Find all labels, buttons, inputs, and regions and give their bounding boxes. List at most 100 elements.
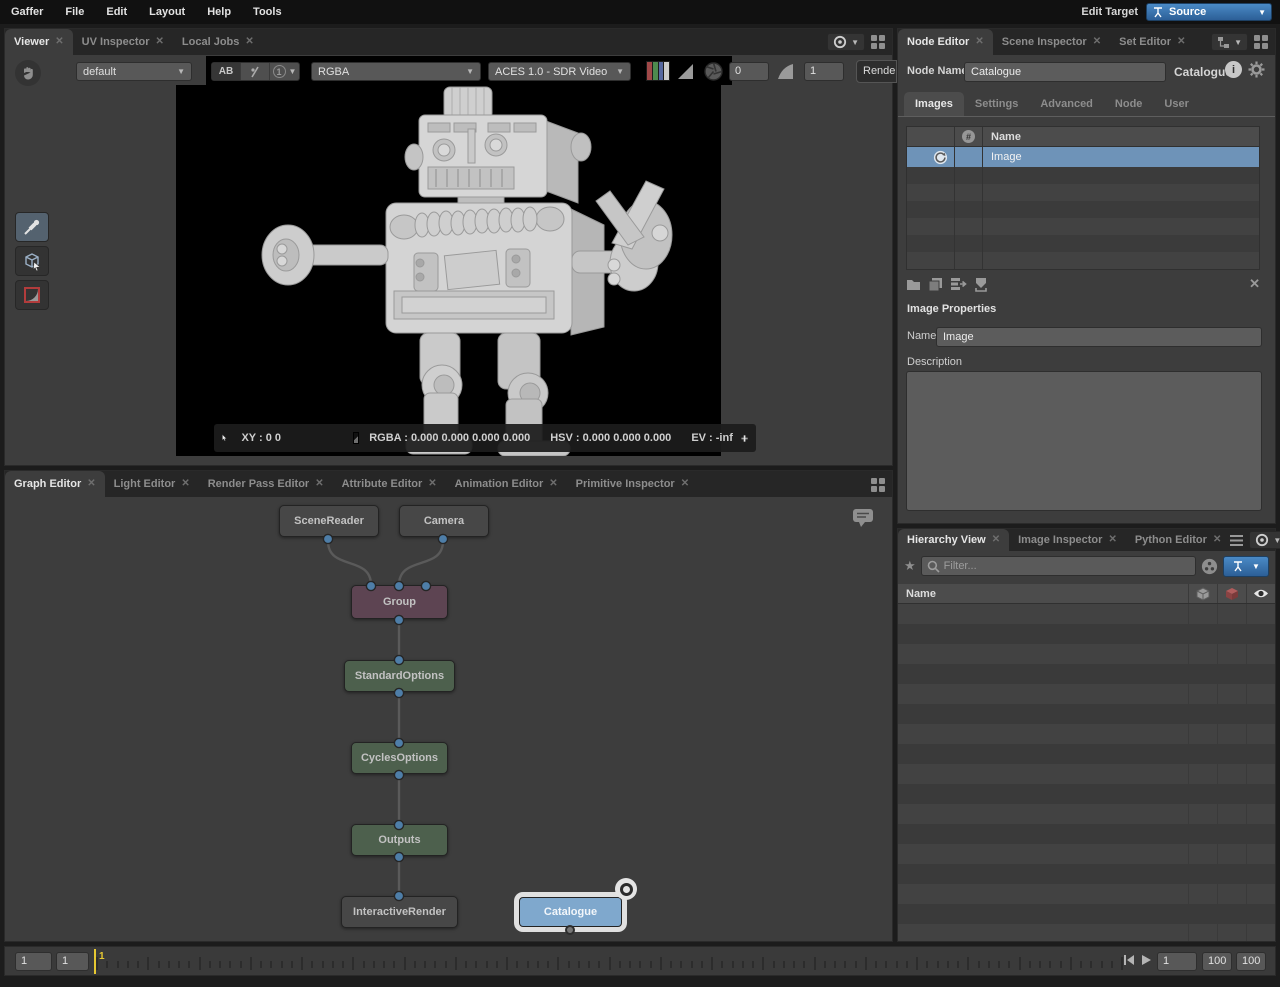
aperture-icon[interactable] — [703, 61, 724, 82]
node-group[interactable]: Group — [351, 585, 448, 619]
edit-target-select[interactable]: Source ▼ — [1146, 3, 1272, 21]
hierarchy-row-empty[interactable] — [898, 924, 1275, 941]
close-icon[interactable]: ✕ — [55, 29, 63, 55]
view-select[interactable]: default ▼ — [76, 62, 192, 81]
hierarchy-target-menu[interactable]: ▼ — [1249, 531, 1280, 549]
close-icon[interactable]: ✕ — [681, 471, 689, 497]
new-image-icon[interactable] — [906, 277, 921, 291]
playback-range-start-field[interactable]: 1 — [56, 952, 89, 971]
hierarchy-row-empty[interactable] — [898, 784, 1275, 804]
tab-python-editor[interactable]: Python Editor✕ — [1126, 529, 1231, 551]
exposure-field[interactable]: 0 — [729, 62, 769, 81]
crop-window-tool[interactable] — [15, 280, 49, 310]
info-icon[interactable]: i — [1225, 61, 1242, 78]
layout-grid-icon[interactable] — [871, 35, 886, 50]
extract-image-icon[interactable] — [974, 277, 988, 292]
menu-gaffer[interactable]: Gaffer — [0, 0, 54, 24]
layout-grid-icon[interactable] — [1254, 35, 1269, 50]
current-frame-field[interactable]: 1 — [1157, 952, 1197, 971]
node-cyclesoptions[interactable]: CyclesOptions — [351, 742, 448, 774]
hierarchy-row-empty[interactable] — [898, 904, 1275, 924]
hierarchy-row-empty[interactable] — [898, 624, 1275, 644]
close-icon[interactable]: ✕ — [428, 471, 436, 497]
image-row-empty[interactable] — [907, 184, 1259, 201]
node-scenereader[interactable]: SceneReader — [279, 505, 379, 537]
inclusions-column[interactable] — [1188, 584, 1217, 603]
compare-image-select[interactable]: 1 ▼ — [270, 63, 299, 80]
node-catalogue[interactable]: Catalogue — [519, 897, 622, 927]
image-row-empty[interactable] — [907, 252, 1259, 269]
hierarchy-row-empty[interactable] — [898, 804, 1275, 824]
close-icon[interactable]: ✕ — [1108, 529, 1116, 551]
catalogue-output-plug[interactable] — [565, 925, 575, 935]
node-graph-canvas[interactable]: SceneReader Camera Group StandardOptions… — [5, 497, 892, 941]
skip-to-start-icon[interactable] — [1123, 954, 1135, 966]
property-description-textarea[interactable] — [906, 371, 1262, 511]
tab-viewer[interactable]: Viewer ✕ — [5, 29, 73, 55]
hamburger-menu-icon[interactable] — [1230, 535, 1243, 546]
subtab-images[interactable]: Images — [904, 92, 964, 116]
subtab-settings[interactable]: Settings — [964, 92, 1029, 116]
menu-file[interactable]: File — [54, 0, 95, 24]
editor-follow-menu[interactable]: ▼ — [1211, 33, 1248, 51]
subtab-user[interactable]: User — [1153, 92, 1199, 116]
tab-animation-editor[interactable]: Animation Editor✕ — [446, 471, 567, 497]
hierarchy-row-empty[interactable] — [898, 604, 1275, 624]
close-icon[interactable]: ✕ — [181, 471, 189, 497]
close-icon[interactable]: ✕ — [87, 471, 95, 497]
tab-attribute-editor[interactable]: Attribute Editor✕ — [333, 471, 446, 497]
image-row-empty[interactable] — [907, 218, 1259, 235]
menu-help[interactable]: Help — [196, 0, 242, 24]
hierarchy-row-empty[interactable] — [898, 844, 1275, 864]
inspect-tool[interactable] — [15, 246, 49, 276]
image-row-empty[interactable] — [907, 167, 1259, 184]
hierarchy-row-empty[interactable] — [898, 644, 1275, 664]
channel-bars-icon[interactable] — [646, 61, 670, 81]
duplicate-image-icon[interactable] — [928, 277, 943, 292]
pan-tool-button[interactable] — [15, 60, 41, 86]
render-button[interactable]: Render — [856, 60, 897, 83]
render-viewport[interactable] — [176, 85, 721, 456]
tab-node-editor[interactable]: Node Editor✕ — [898, 29, 993, 55]
add-inspector-icon[interactable] — [741, 430, 748, 447]
playhead[interactable] — [94, 949, 96, 974]
tab-render-pass-editor[interactable]: Render Pass Editor✕ — [199, 471, 333, 497]
tab-primitive-inspector[interactable]: Primitive Inspector✕ — [567, 471, 698, 497]
tab-light-editor[interactable]: Light Editor✕ — [105, 471, 199, 497]
viewer-target-menu[interactable]: ▼ — [827, 33, 865, 51]
gear-icon[interactable] — [1248, 61, 1265, 78]
color-picker-tool[interactable] — [15, 212, 49, 242]
close-icon[interactable]: ✕ — [156, 29, 164, 55]
tab-local-jobs[interactable]: Local Jobs ✕ — [173, 29, 263, 55]
hierarchy-row-empty[interactable] — [898, 864, 1275, 884]
tab-set-editor[interactable]: Set Editor✕ — [1110, 29, 1194, 55]
menu-edit[interactable]: Edit — [95, 0, 138, 24]
property-name-input[interactable] — [936, 327, 1262, 347]
hierarchy-row-empty[interactable] — [898, 684, 1275, 704]
menu-layout[interactable]: Layout — [138, 0, 196, 24]
filter-input[interactable] — [944, 560, 1190, 572]
frame-range-start-field[interactable]: 1 — [15, 952, 52, 971]
visibility-column[interactable] — [1246, 584, 1275, 603]
compare-wipe-button[interactable] — [241, 63, 270, 80]
channels-select[interactable]: RGBA ▼ — [311, 62, 481, 81]
tab-hierarchy-view[interactable]: Hierarchy View✕ — [898, 529, 1009, 551]
close-icon[interactable]: ✕ — [1213, 529, 1221, 551]
close-icon[interactable]: ✕ — [1177, 29, 1185, 55]
gamma-field[interactable]: 1 — [804, 62, 844, 81]
hierarchy-row-empty[interactable] — [898, 764, 1275, 784]
playback-range-end-field[interactable]: 100 — [1202, 952, 1232, 971]
node-camera[interactable]: Camera — [399, 505, 489, 537]
tab-scene-inspector[interactable]: Scene Inspector✕ — [993, 29, 1110, 55]
frame-range-end-field[interactable]: 100 — [1236, 952, 1266, 971]
close-icon[interactable]: ✕ — [1093, 29, 1101, 55]
tab-graph-editor[interactable]: Graph Editor✕ — [5, 471, 105, 497]
scene-scope-select[interactable]: ▼ — [1223, 556, 1269, 577]
display-transform-select[interactable]: ACES 1.0 - SDR Video ▼ — [488, 62, 631, 81]
close-icon[interactable]: ✕ — [975, 29, 983, 55]
filter-settings-icon[interactable] — [1201, 558, 1218, 575]
close-icon[interactable]: ✕ — [245, 29, 253, 55]
hierarchy-row-empty[interactable] — [898, 724, 1275, 744]
focus-ring-indicator[interactable] — [615, 878, 637, 900]
node-interactiverender[interactable]: InteractiveRender — [341, 896, 458, 928]
